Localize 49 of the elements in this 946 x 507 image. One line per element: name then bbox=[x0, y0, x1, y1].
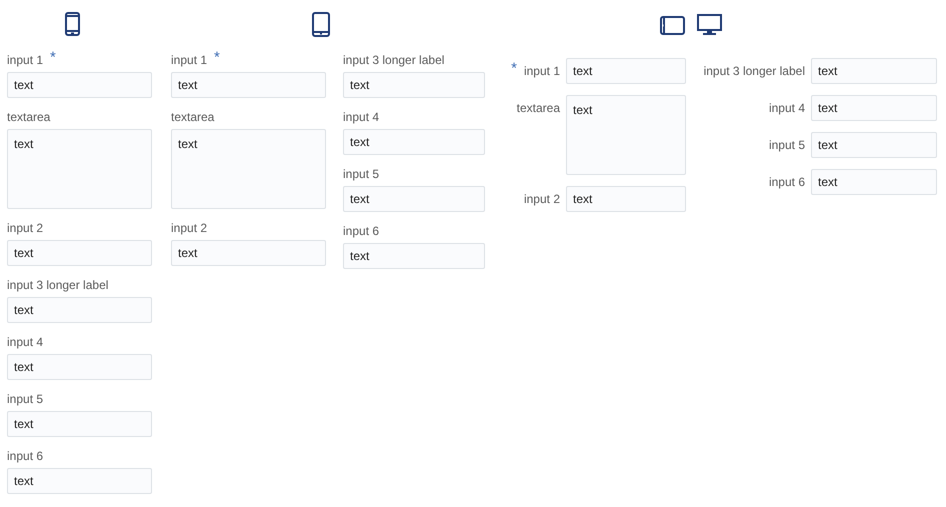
field-label: input 2 bbox=[524, 192, 560, 206]
field-label: input 6 bbox=[768, 175, 805, 189]
input-field[interactable]: text bbox=[7, 411, 152, 437]
field-label: input 2 bbox=[171, 221, 208, 235]
required-mark: * bbox=[214, 52, 220, 64]
input-field[interactable]: text bbox=[566, 58, 686, 84]
input-field[interactable]: text bbox=[811, 95, 937, 121]
tablet-icon bbox=[312, 12, 330, 36]
monitor-icon bbox=[697, 14, 722, 36]
field-label: textarea bbox=[516, 101, 560, 115]
field-label: input 3 longer label bbox=[343, 53, 444, 67]
textarea-field[interactable]: text bbox=[7, 129, 152, 209]
phone-icon bbox=[65, 12, 80, 36]
textarea-field[interactable]: text bbox=[566, 95, 686, 175]
textarea-field[interactable]: text bbox=[171, 129, 326, 209]
required-mark: * bbox=[50, 52, 56, 64]
field-label: input 3 longer label bbox=[7, 278, 108, 292]
input-field[interactable]: text bbox=[7, 240, 152, 266]
input-field[interactable]: text bbox=[566, 186, 686, 212]
field-label: input 6 bbox=[7, 449, 44, 463]
field-label: input 6 bbox=[343, 224, 380, 238]
input-field[interactable]: text bbox=[343, 129, 485, 155]
field-label: textarea bbox=[171, 110, 214, 124]
field-label: input 4 bbox=[343, 110, 380, 124]
field-label: input 1 bbox=[524, 64, 560, 78]
field-label: input 5 bbox=[7, 392, 44, 406]
input-field[interactable]: text bbox=[811, 58, 937, 84]
field-label: input 2 bbox=[7, 221, 44, 235]
input-field[interactable]: text bbox=[811, 132, 937, 158]
field-label: input 4 bbox=[7, 335, 44, 349]
field-label: input 5 bbox=[768, 138, 805, 152]
input-field[interactable]: text bbox=[7, 297, 152, 323]
input-field[interactable]: text bbox=[343, 243, 485, 269]
input-field[interactable]: text bbox=[7, 354, 152, 380]
input-field[interactable]: text bbox=[7, 468, 152, 494]
field-label: input 1 bbox=[7, 53, 44, 67]
required-mark: * bbox=[511, 63, 517, 75]
input-field[interactable]: text bbox=[811, 169, 937, 195]
tablet-icon bbox=[660, 16, 685, 34]
input-field[interactable]: text bbox=[343, 72, 485, 98]
input-field[interactable]: text bbox=[171, 240, 326, 266]
input-field[interactable]: text bbox=[7, 72, 152, 98]
input-field[interactable]: text bbox=[343, 186, 485, 212]
input-field[interactable]: text bbox=[171, 72, 326, 98]
field-label: input 1 bbox=[171, 53, 208, 67]
field-label: input 5 bbox=[343, 167, 380, 181]
field-label: input 3 longer label bbox=[704, 64, 805, 78]
field-label: textarea bbox=[7, 110, 50, 124]
field-label: input 4 bbox=[768, 101, 805, 115]
